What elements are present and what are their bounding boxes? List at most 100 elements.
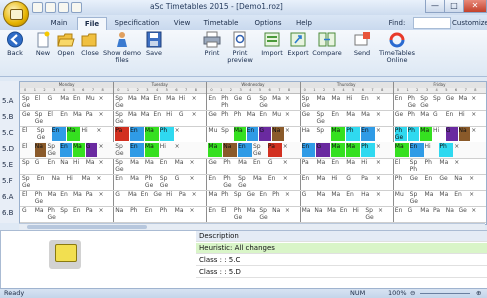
- lesson-card[interactable]: Sp Ge: [238, 175, 252, 189]
- lesson-card[interactable]: G: [47, 95, 59, 109]
- lesson-card[interactable]: G: [22, 207, 34, 221]
- lesson-card[interactable]: Sp Ge: [302, 95, 316, 109]
- scroll-thumb[interactable]: [27, 225, 147, 229]
- lesson-card[interactable]: Ph: [425, 159, 439, 173]
- lesson-card[interactable]: Hi: [67, 175, 81, 189]
- lesson-card[interactable]: En: [60, 143, 72, 157]
- description-line[interactable]: Class : : 5.C: [196, 255, 487, 266]
- lesson-card[interactable]: Hi: [433, 127, 445, 141]
- lesson-card[interactable]: Pa: [115, 127, 130, 141]
- lesson-card[interactable]: En: [395, 95, 407, 109]
- print-button[interactable]: Print: [201, 31, 223, 57]
- lesson-card[interactable]: Sp Ge: [253, 143, 267, 157]
- lesson-card[interactable]: Ge: [247, 191, 259, 205]
- lesson-card[interactable]: En: [238, 143, 252, 157]
- lesson-card[interactable]: Ma: [233, 127, 246, 141]
- lesson-card[interactable]: Ma: [361, 111, 375, 125]
- lesson-card[interactable]: Hi: [179, 95, 191, 109]
- heuristic-row[interactable]: Heuristic: All changes: [196, 243, 487, 254]
- lesson-card[interactable]: Ma: [175, 207, 189, 221]
- lesson-card[interactable]: Ma: [141, 111, 153, 125]
- lesson-card[interactable]: Sp Ge: [22, 175, 36, 189]
- quick-access-save-icon[interactable]: [32, 2, 43, 13]
- lesson-card[interactable]: Ma: [144, 127, 159, 141]
- lesson-card[interactable]: Mu: [86, 95, 98, 109]
- tab-file[interactable]: File: [77, 17, 107, 30]
- lesson-card[interactable]: Ma: [439, 191, 453, 205]
- empty-slot-marker[interactable]: ×: [285, 111, 297, 125]
- lesson-card[interactable]: Sp Ge: [365, 207, 377, 221]
- lesson-card[interactable]: Hi: [166, 191, 178, 205]
- import-button[interactable]: Import: [260, 31, 284, 57]
- lesson-card[interactable]: Na: [314, 207, 326, 221]
- lesson-card[interactable]: Na: [52, 175, 66, 189]
- lesson-card[interactable]: El: [221, 207, 233, 221]
- lesson-card[interactable]: G: [247, 95, 259, 109]
- lesson-card[interactable]: Na: [458, 127, 471, 141]
- lesson-card[interactable]: Ma: [81, 175, 95, 189]
- show-demo-files-button[interactable]: Show demo files: [102, 31, 142, 64]
- class-label[interactable]: 6.B: [2, 209, 13, 217]
- lesson-card[interactable]: En: [302, 175, 316, 189]
- lesson-card[interactable]: Ph Ge: [35, 191, 47, 205]
- lesson-card[interactable]: Hi: [353, 207, 365, 221]
- lesson-card[interactable]: Ma: [128, 95, 140, 109]
- empty-slot-marker[interactable]: ×: [285, 127, 297, 141]
- lesson-card[interactable]: Ge: [439, 175, 453, 189]
- lesson-card[interactable]: En: [331, 111, 345, 125]
- lesson-card[interactable]: El: [22, 191, 34, 205]
- lesson-card[interactable]: Na: [272, 207, 284, 221]
- lesson-card[interactable]: En: [73, 95, 85, 109]
- lesson-card[interactable]: Ma: [331, 191, 345, 205]
- lesson-card[interactable]: G: [85, 143, 98, 157]
- lesson-card[interactable]: Ma: [331, 143, 346, 157]
- back-button[interactable]: Back: [3, 31, 27, 57]
- lesson-card[interactable]: Ge: [395, 111, 407, 125]
- lesson-card[interactable]: G: [433, 111, 445, 125]
- lesson-card[interactable]: En: [208, 95, 220, 109]
- save-button[interactable]: Save: [143, 31, 165, 57]
- lesson-card[interactable]: En: [361, 127, 375, 141]
- lesson-card[interactable]: Ph Ge: [223, 175, 237, 189]
- lesson-card[interactable]: G: [268, 159, 282, 173]
- lesson-card[interactable]: Na: [454, 175, 468, 189]
- timetables-online-button[interactable]: TimeTables Online: [376, 31, 418, 64]
- lesson-card[interactable]: Sp: [234, 191, 246, 205]
- lesson-card[interactable]: Sp Ge: [259, 95, 271, 109]
- lesson-card[interactable]: Pa: [302, 159, 316, 173]
- lesson-card[interactable]: En: [47, 159, 59, 173]
- lesson-card[interactable]: Hi: [331, 175, 345, 189]
- lesson-card[interactable]: Ph: [223, 159, 237, 173]
- lesson-card[interactable]: Ge: [208, 111, 220, 125]
- empty-slot-marker[interactable]: ×: [471, 111, 483, 125]
- lesson-card[interactable]: Ma: [394, 143, 409, 157]
- empty-slot-marker[interactable]: ×: [454, 159, 468, 173]
- tab-help[interactable]: Help: [292, 17, 316, 29]
- lesson-card[interactable]: Ph Ge: [47, 207, 59, 221]
- lesson-card[interactable]: Ma: [316, 175, 330, 189]
- timetable-grid[interactable]: Monday Tuesday Wednesday Thursday Friday 012…: [19, 81, 487, 225]
- lesson-card[interactable]: Ph: [130, 207, 144, 221]
- lesson-card[interactable]: Ph: [361, 143, 375, 157]
- empty-slot-marker[interactable]: ×: [175, 143, 189, 157]
- lesson-card[interactable]: Ge: [153, 191, 165, 205]
- lesson-card[interactable]: Ph: [160, 207, 174, 221]
- quick-access-print-icon[interactable]: [58, 2, 69, 13]
- lesson-card[interactable]: Hi: [73, 159, 85, 173]
- lesson-card[interactable]: Pa: [433, 207, 445, 221]
- empty-slot-marker[interactable]: ×: [471, 127, 483, 141]
- lesson-card[interactable]: Sp Ge: [316, 111, 330, 125]
- empty-slot-marker[interactable]: ×: [376, 111, 390, 125]
- lesson-card[interactable]: Na: [223, 143, 238, 157]
- lesson-card[interactable]: Ma: [175, 159, 189, 173]
- lesson-card[interactable]: Ph: [221, 191, 233, 205]
- open-button[interactable]: Open: [55, 31, 77, 57]
- empty-slot-marker[interactable]: ×: [96, 127, 110, 141]
- lesson-card[interactable]: En: [153, 95, 165, 109]
- lesson-card[interactable]: G: [179, 111, 191, 125]
- lesson-card[interactable]: Na: [60, 159, 72, 173]
- lesson-card[interactable]: G: [316, 143, 331, 157]
- lesson-card[interactable]: Ph: [346, 127, 361, 141]
- lesson-card[interactable]: En: [246, 127, 259, 141]
- class-label[interactable]: 5.E: [2, 161, 13, 169]
